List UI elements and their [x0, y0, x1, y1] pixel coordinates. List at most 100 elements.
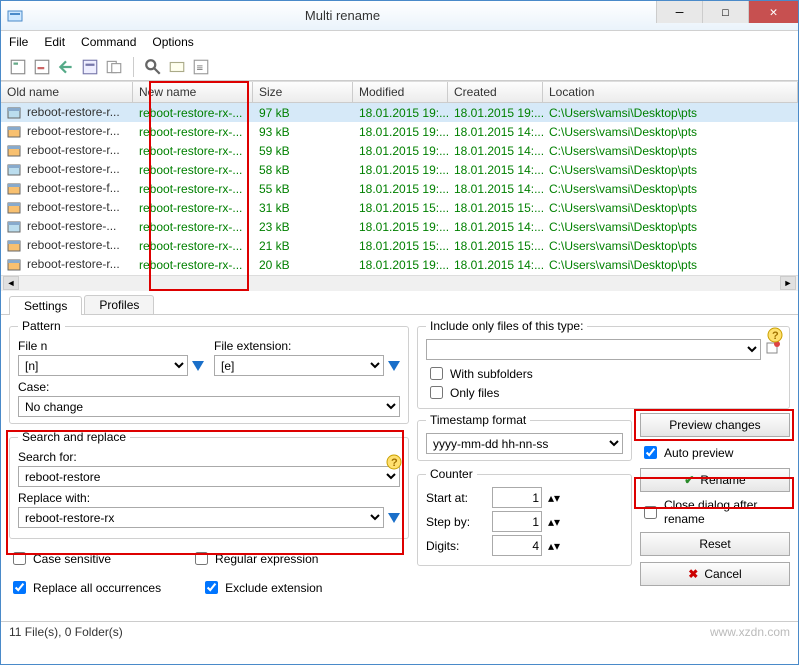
toolbar-icon-5[interactable] — [105, 58, 123, 76]
maximize-button[interactable]: ☐ — [702, 1, 748, 23]
include-legend: Include only files of this type: — [426, 319, 587, 333]
file-icon — [7, 239, 23, 253]
case-select[interactable]: No change — [18, 396, 400, 417]
onlyfiles-checkbox[interactable] — [430, 386, 443, 399]
menubar: File Edit Command Options — [1, 31, 798, 53]
minimize-button[interactable]: — — [656, 1, 702, 23]
svg-text:≡: ≡ — [197, 62, 204, 74]
filetype-input[interactable] — [426, 339, 761, 360]
spinner-icon[interactable]: ▴▾ — [548, 491, 560, 505]
status-text: 11 File(s), 0 Folder(s) — [9, 625, 123, 639]
column-created[interactable]: Created — [448, 82, 543, 102]
exclude-ext-label: Exclude extension — [225, 581, 322, 595]
replace-all-label: Replace all occurrences — [33, 581, 161, 595]
table-row[interactable]: reboot-restore-r...reboot-restore-rx-...… — [1, 122, 798, 141]
svg-text:?: ? — [391, 457, 398, 469]
counter-legend: Counter — [426, 467, 477, 481]
toolbar-icon-4[interactable] — [81, 58, 99, 76]
file-icon — [7, 220, 23, 234]
tab-settings[interactable]: Settings — [9, 296, 82, 315]
status-bar: 11 File(s), 0 Folder(s) www.xzdn.com — [1, 621, 798, 643]
column-new-name[interactable]: New name — [133, 82, 253, 102]
spinner-icon[interactable]: ▴▾ — [548, 539, 560, 553]
table-row[interactable]: reboot-restore-t...reboot-restore-rx-...… — [1, 198, 798, 217]
pattern-legend: Pattern — [18, 319, 65, 333]
column-size[interactable]: Size — [253, 82, 353, 102]
ext-label: File extension: — [214, 339, 400, 353]
table-row[interactable]: reboot-restore-t...reboot-restore-rx-...… — [1, 236, 798, 255]
titlebar: Multi rename — ☐ ✕ — [1, 1, 798, 31]
help-icon[interactable]: ? — [386, 454, 402, 473]
scroll-left-icon[interactable]: ◄ — [3, 276, 19, 290]
toolbar-icon-2[interactable] — [33, 58, 51, 76]
digits-input[interactable] — [492, 535, 542, 556]
start-at-input[interactable] — [492, 487, 542, 508]
help-icon-2[interactable]: ? — [767, 327, 783, 346]
toolbar-icon-8[interactable]: ≡ — [192, 58, 210, 76]
filen-dropdown-icon[interactable] — [192, 361, 204, 371]
filen-input[interactable]: [n] — [18, 355, 188, 376]
rename-button[interactable]: ✔ Rename — [640, 468, 790, 492]
search-replace-group: Search and replace ? Search for: reboot-… — [9, 430, 409, 539]
scroll-right-icon[interactable]: ► — [780, 276, 796, 290]
ext-input[interactable]: [e] — [214, 355, 384, 376]
case-sensitive-label: Case sensitive — [33, 552, 111, 566]
table-row[interactable]: reboot-restore-r...reboot-restore-rx-...… — [1, 255, 798, 274]
column-modified[interactable]: Modified — [353, 82, 448, 102]
replace-dropdown-icon[interactable] — [388, 513, 400, 523]
table-row[interactable]: reboot-restore-r...reboot-restore-rx-...… — [1, 141, 798, 160]
reset-button[interactable]: Reset — [640, 532, 790, 556]
menu-options[interactable]: Options — [152, 35, 193, 49]
close-after-label: Close dialog after rename — [664, 498, 790, 526]
file-icon — [7, 258, 23, 272]
toolbar-icon-1[interactable] — [9, 58, 27, 76]
menu-file[interactable]: File — [9, 35, 28, 49]
table-row[interactable]: reboot-restore-...reboot-restore-rx-...2… — [1, 217, 798, 236]
case-sensitive-checkbox[interactable] — [13, 552, 26, 565]
search-for-label: Search for: — [18, 450, 400, 464]
spinner-icon[interactable]: ▴▾ — [548, 515, 560, 529]
replace-all-checkbox[interactable] — [13, 581, 26, 594]
file-icon — [7, 144, 23, 158]
x-icon: ✖ — [688, 567, 698, 581]
regex-checkbox[interactable] — [195, 552, 208, 565]
cancel-button[interactable]: ✖ Cancel — [640, 562, 790, 586]
replace-with-label: Replace with: — [18, 491, 400, 505]
table-row[interactable]: reboot-restore-f...reboot-restore-rx-...… — [1, 179, 798, 198]
auto-preview-label: Auto preview — [664, 446, 733, 460]
toolbar-icon-6[interactable] — [144, 58, 162, 76]
timestamp-input[interactable]: yyyy-mm-dd hh-nn-ss — [426, 433, 623, 454]
step-by-input[interactable] — [492, 511, 542, 532]
case-label: Case: — [18, 380, 400, 394]
close-button[interactable]: ✕ — [748, 1, 798, 23]
column-location[interactable]: Location — [543, 82, 798, 102]
column-old-name[interactable]: Old name — [1, 82, 133, 102]
search-for-input[interactable]: reboot-restore — [18, 466, 400, 487]
watermark: www.xzdn.com — [710, 625, 790, 639]
toolbar-icon-7[interactable] — [168, 58, 186, 76]
menu-edit[interactable]: Edit — [44, 35, 65, 49]
preview-changes-button[interactable]: Preview changes — [640, 413, 790, 437]
check-icon: ✔ — [684, 473, 694, 487]
search-replace-legend: Search and replace — [18, 430, 130, 444]
file-icon — [7, 163, 23, 177]
exclude-ext-checkbox[interactable] — [205, 581, 218, 594]
onlyfiles-label: Only files — [450, 386, 499, 400]
horizontal-scrollbar[interactable]: ◄ ► — [1, 275, 798, 291]
subfolders-checkbox[interactable] — [430, 367, 443, 380]
file-icon — [7, 201, 23, 215]
timestamp-legend: Timestamp format — [426, 413, 530, 427]
replace-with-input[interactable]: reboot-restore-rx — [18, 507, 384, 528]
file-icon — [7, 182, 23, 196]
toolbar-icon-3[interactable] — [57, 58, 75, 76]
file-list: Old name New name Size Modified Created … — [1, 81, 798, 291]
table-row[interactable]: reboot-restore-r...reboot-restore-rx-...… — [1, 103, 798, 122]
menu-command[interactable]: Command — [81, 35, 136, 49]
start-at-label: Start at: — [426, 491, 486, 505]
tab-profiles[interactable]: Profiles — [84, 295, 154, 314]
auto-preview-checkbox[interactable] — [644, 446, 657, 459]
close-after-checkbox[interactable] — [644, 506, 657, 519]
ext-dropdown-icon[interactable] — [388, 361, 400, 371]
subfolders-label: With subfolders — [450, 367, 533, 381]
table-row[interactable]: reboot-restore-r...reboot-restore-rx-...… — [1, 160, 798, 179]
